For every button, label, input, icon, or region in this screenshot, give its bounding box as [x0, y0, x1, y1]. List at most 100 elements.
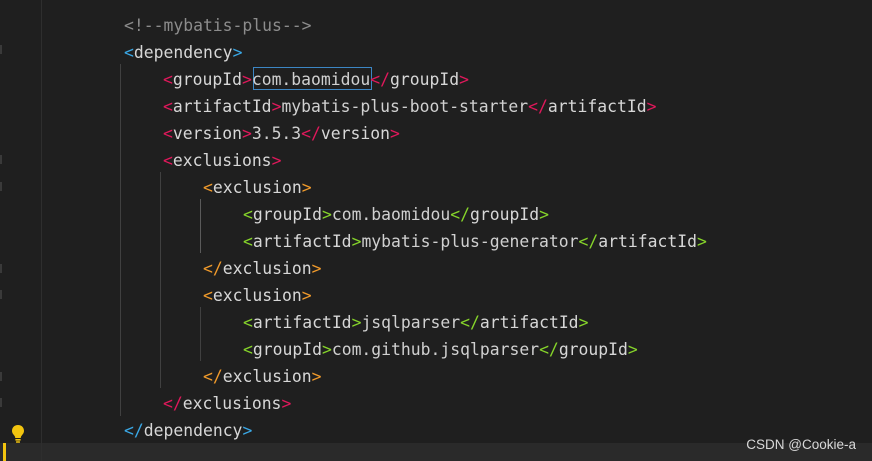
code-token: 3.5.3: [251, 124, 302, 143]
code-token: >: [271, 151, 282, 170]
code-line[interactable]: </exclusion>: [203, 363, 321, 390]
code-token: <: [124, 43, 134, 62]
code-token: exclusion: [222, 367, 312, 386]
code-token: exclusion: [222, 259, 312, 278]
code-token: version: [320, 124, 390, 143]
code-line[interactable]: </exclusions>: [163, 390, 291, 417]
code-token: >: [321, 205, 332, 224]
code-token: >: [351, 313, 362, 332]
code-token: exclusion: [212, 286, 302, 305]
code-token: com.github.jsqlparser: [331, 340, 540, 359]
code-token: artifactId: [479, 313, 579, 332]
code-token: >: [696, 232, 707, 251]
code-token: >: [321, 340, 332, 359]
code-token: </: [163, 394, 183, 413]
code-token: groupId: [390, 70, 460, 89]
code-token: >: [241, 124, 252, 143]
code-token: dependency: [143, 421, 243, 440]
current-line-marker: [3, 443, 6, 461]
code-token: version: [172, 124, 242, 143]
code-token: >: [311, 367, 322, 386]
code-token: groupId: [558, 340, 628, 359]
gutter-fold-marker: [0, 155, 2, 164]
gutter-fold-marker: [0, 264, 2, 273]
gutter-divider: [41, 0, 42, 461]
code-token: <!--mybatis-plus-->: [124, 16, 312, 35]
code-token: >: [578, 313, 589, 332]
code-line[interactable]: <exclusion>: [203, 174, 312, 201]
code-token: artifactId: [252, 232, 352, 251]
code-token: jsqlparser: [361, 313, 461, 332]
indent-guide: [200, 199, 201, 253]
lightbulb-icon[interactable]: [10, 424, 26, 444]
code-token: >: [646, 97, 657, 116]
gutter-fold-marker: [0, 372, 2, 381]
code-token: >: [301, 178, 312, 197]
code-token: >: [311, 259, 322, 278]
code-line[interactable]: <dependency>: [124, 39, 242, 66]
code-line[interactable]: <groupId>com.baomidou</groupId>: [243, 201, 549, 228]
code-token: </: [460, 313, 480, 332]
code-token: artifactId: [598, 232, 697, 251]
code-token: </: [203, 259, 223, 278]
watermark: CSDN @Cookie-a: [746, 437, 856, 452]
code-token: </: [450, 205, 470, 224]
code-token: </: [301, 124, 321, 143]
code-line[interactable]: <exclusion>: [203, 282, 312, 309]
code-token: >: [627, 340, 638, 359]
code-line[interactable]: <exclusions>: [163, 147, 281, 174]
code-token: <: [163, 70, 173, 89]
code-token: >: [242, 421, 253, 440]
code-line[interactable]: <version>3.5.3</version>: [163, 120, 400, 147]
code-line[interactable]: <groupId>com.baomidou</groupId>: [163, 66, 469, 93]
code-token: exclusions: [172, 151, 272, 170]
code-token: mybatis-plus-generator: [361, 232, 579, 251]
code-token: exclusions: [182, 394, 282, 413]
code-token: groupId: [252, 205, 322, 224]
code-line[interactable]: </exclusion>: [203, 255, 321, 282]
code-token: </: [578, 232, 599, 251]
code-token: mybatis-plus-boot-starter: [281, 97, 529, 116]
code-token: groupId: [470, 205, 540, 224]
code-token: <: [203, 178, 213, 197]
code-token: >: [271, 97, 282, 116]
code-token: </: [539, 340, 559, 359]
code-token: </: [203, 367, 223, 386]
code-token: exclusion: [212, 178, 302, 197]
code-token: >: [459, 70, 469, 89]
code-token: </: [528, 97, 548, 116]
gutter-fold-marker: [0, 45, 2, 54]
code-token: artifactId: [252, 313, 352, 332]
code-line[interactable]: <artifactId>mybatis-plus-generator</arti…: [243, 228, 707, 255]
code-token: >: [241, 70, 252, 89]
code-line[interactable]: <groupId>com.github.jsqlparser</groupId>: [243, 336, 638, 363]
code-token: >: [232, 43, 243, 62]
code-editor[interactable]: <!--mybatis-plus--> <dependency> <groupId>…: [0, 0, 872, 461]
code-token: >: [281, 394, 292, 413]
code-token: <: [243, 205, 253, 224]
code-token: </: [124, 421, 144, 440]
gutter-fold-marker: [0, 182, 2, 191]
code-line[interactable]: </dependency>: [124, 417, 252, 444]
indent-guide: [160, 172, 161, 388]
code-line[interactable]: <artifactId>mybatis-plus-boot-starter</a…: [163, 93, 656, 120]
code-token: com.baomidou: [251, 70, 371, 89]
code-token: artifactId: [172, 97, 272, 116]
code-token: <: [243, 313, 253, 332]
indent-guide: [120, 64, 121, 416]
code-token: <: [163, 151, 173, 170]
code-line[interactable]: <artifactId>jsqlparser</artifactId>: [243, 309, 588, 336]
code-token: <: [163, 97, 173, 116]
code-line[interactable]: <!--mybatis-plus-->: [124, 12, 312, 39]
indent-guide: [200, 307, 201, 361]
code-token: >: [351, 232, 362, 251]
gutter-fold-marker: [0, 398, 2, 407]
code-token: groupId: [252, 340, 322, 359]
code-token: <: [243, 232, 253, 251]
code-token: >: [539, 205, 549, 224]
code-token: artifactId: [547, 97, 647, 116]
code-token: dependency: [133, 43, 233, 62]
code-token: <: [243, 340, 253, 359]
code-token: com.baomidou: [331, 205, 451, 224]
code-token: <: [163, 124, 173, 143]
